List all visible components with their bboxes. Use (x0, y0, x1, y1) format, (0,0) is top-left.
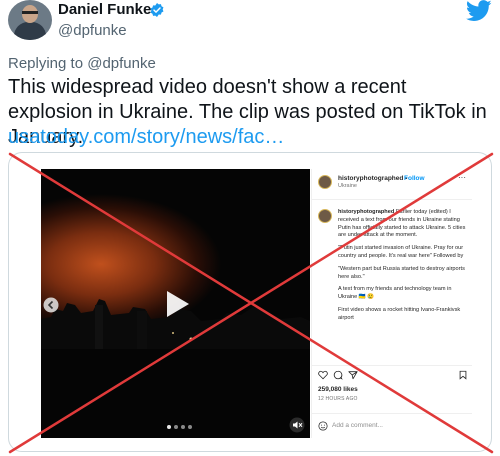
chevron-left-icon[interactable] (43, 297, 59, 313)
ig-caption-paragraph: First video shows a rocket hitting Ivano… (338, 306, 461, 321)
video-panel[interactable] (41, 169, 310, 438)
ig-comment-input[interactable]: Add a comment... (332, 422, 383, 429)
ig-divider (312, 199, 472, 200)
reply-context: Replying to @dpfunke (8, 54, 156, 74)
author-avatar[interactable] (8, 0, 52, 40)
ig-divider (312, 413, 472, 414)
bookmark-icon[interactable] (458, 370, 468, 380)
ig-caption-paragraph: "Western part but Russia started to dest… (338, 265, 465, 280)
reply-prefix: Replying to (8, 55, 84, 72)
heart-icon[interactable] (318, 370, 328, 380)
tweet-media-card[interactable]: historyphotographed • Follow Ukraine ···… (8, 152, 492, 452)
author-handle[interactable]: @dpfunke (58, 21, 127, 41)
verified-icon (150, 3, 164, 17)
comment-icon[interactable] (333, 370, 343, 380)
carousel-dot[interactable] (181, 425, 185, 429)
smiley-icon[interactable] (318, 421, 328, 431)
ig-timestamp: 12 HOURS AGO (318, 396, 358, 402)
carousel-dot[interactable] (174, 425, 178, 429)
ig-caption-user[interactable]: historyphotographed (338, 209, 394, 215)
play-icon[interactable] (159, 287, 193, 321)
ig-caption-paragraph: A text from my friends and technology te… (338, 286, 452, 301)
ig-avatar[interactable] (318, 175, 332, 189)
tweet-link[interactable]: usatoday.com/story/news/fac… (8, 125, 284, 150)
ig-likes-count[interactable]: 259,080 likes (318, 386, 358, 393)
instagram-post-panel: historyphotographed • Follow Ukraine ···… (311, 169, 472, 438)
share-icon[interactable] (348, 370, 358, 380)
avatar-head (22, 5, 38, 23)
ig-action-bar (318, 370, 468, 382)
ig-follow-button[interactable]: Follow (404, 175, 425, 182)
ig-caption-paragraph: "Putin just started invasion of Ukraine.… (338, 245, 464, 259)
ig-caption: historyphotographed Earlier today (edite… (338, 209, 468, 328)
ig-caption-paragraph: historyphotographed Earlier today (edite… (338, 209, 468, 240)
avatar-body (14, 22, 46, 40)
carousel-indicator (167, 425, 192, 431)
carousel-dot[interactable] (167, 425, 171, 429)
reply-mention-link[interactable]: @dpfunke (87, 55, 156, 72)
ig-divider (312, 365, 472, 366)
ig-username-text[interactable]: historyphotographed (338, 175, 403, 182)
speaker-muted-icon[interactable] (289, 417, 305, 433)
ig-more-options[interactable]: ··· (458, 173, 466, 182)
ig-caption-avatar[interactable] (318, 209, 332, 223)
avatar-glasses (22, 11, 38, 14)
ig-location[interactable]: Ukraine (338, 183, 357, 189)
carousel-dot[interactable] (188, 425, 192, 429)
twitter-bird-icon[interactable] (466, 0, 492, 22)
ig-username[interactable]: historyphotographed • (338, 175, 407, 182)
author-display-name[interactable]: Daniel Funke (58, 0, 151, 20)
